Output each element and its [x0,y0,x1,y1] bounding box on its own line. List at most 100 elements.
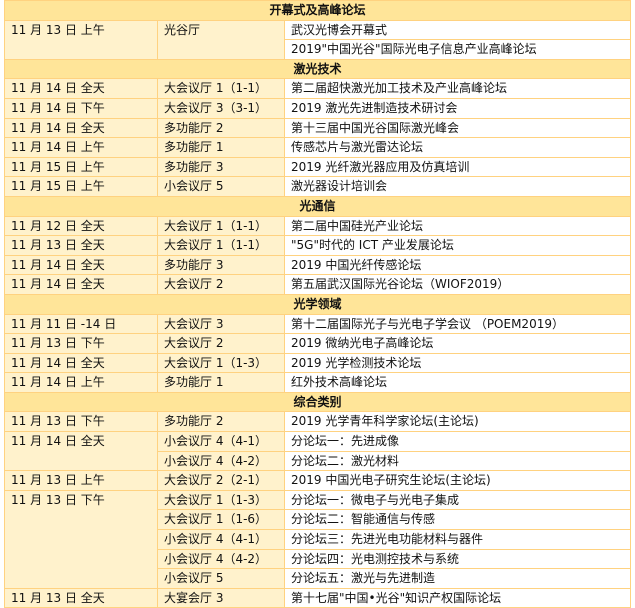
date-cell: 11 月 13 日 上午 [4,470,158,491]
topic-cell: 第五届武汉国际光谷论坛（WIOF2019） [283,274,632,295]
venue-cell: 大会议厅 2 [157,274,285,295]
table-row: 11 月 15 日 上午 小会议厅 5 激光器设计培训会 [4,176,632,197]
venue-cell: 大会议厅 2（2-1） [157,470,285,491]
date-cell: 11 月 15 日 上午 [4,156,158,178]
venue-cell: 大会议厅 3（3-1） [157,97,285,119]
venue-cell: 大会议厅 1（1-1） [157,215,285,237]
date-cell: 11 月 13 日 全天 [4,235,158,256]
topic-cell: 2019 光学青年科学家论坛(主论坛) [283,411,632,433]
topic-cell: 红外技术高峰论坛 [283,372,632,393]
table-row: 11 月 12 日 全天 大会议厅 1（1-1） 第二届中国硅光产业论坛 [4,215,632,237]
venue-cell: 大会议厅 3 [157,313,285,335]
date-cell: 11 月 13 日 下午 [4,489,158,589]
section-header-row: 光通信 [3,195,632,217]
date-cell: 11 月 14 日 全天 [4,352,158,374]
venue-cell: 大会议厅 1（1-3） [157,489,285,511]
date-cell: 11 月 14 日 全天 [4,254,158,276]
section-header-row: 激光技术 [3,58,632,80]
table-row: 11 月 14 日 上午 多功能厅 1 红外技术高峰论坛 [4,372,632,393]
venue-cell: 多功能厅 3 [157,254,285,276]
topic-cell: 传感芯片与激光雷达论坛 [283,137,632,158]
topic-cell: 2019 中国光电子研究生论坛(主论坛) [283,470,632,491]
section-header-row: 开幕式及高峰论坛 [3,0,632,21]
topic-cell: 分论坛二：智能通信与传感 [283,509,632,531]
venue-cell: 小会议厅 4（4-2） [157,548,285,570]
date-cell: 11 月 11 日 -14 日 [4,313,158,335]
section-title: 开幕式及高峰论坛 [3,0,632,21]
schedule-table: 开幕式及高峰论坛 11 月 13 日 上午 光谷厅 武汉光博会开幕式 2019"中国光谷… [3,0,632,608]
venue-cell: 小会议厅 4（4-1） [157,529,285,550]
section-title: 综合类别 [3,391,632,413]
table-row: 11 月 14 日 全天 大会议厅 1（1-3） 2019 光学检测技术论坛 [4,352,632,374]
topic-cell: 2019 激光先进制造技术研讨会 [283,97,632,119]
date-cell: 11 月 12 日 全天 [4,215,158,237]
topic-cell: 分论坛一：微电子与光电子集成 [283,489,632,511]
date-cell: 11 月 13 日 下午 [4,333,158,354]
topic-cell: 武汉光博会开幕式 [283,19,632,41]
table-row: 11 月 14 日 全天 多功能厅 2 第十三届中国光谷国际激光峰会 [4,117,632,139]
venue-cell: 多功能厅 3 [157,156,285,178]
topic-cell: 第十七届"中国•光谷"知识产权国际论坛 [283,587,632,608]
venue-cell: 大宴会厅 3 [157,587,285,608]
date-cell: 11 月 14 日 全天 [4,78,158,99]
venue-cell: 大会议厅 1（1-1） [157,78,285,99]
table-row: 11 月 13 日 上午 大会议厅 2（2-1） 2019 中国光电子研究生论坛(主… [4,470,632,491]
date-cell: 11 月 14 日 上午 [4,137,158,158]
venue-cell: 大会议厅 2 [157,333,285,354]
table-row: 11 月 14 日 全天 多功能厅 3 2019 中国光纤传感论坛 [4,254,632,276]
table-row: 11 月 13 日 上午 光谷厅 武汉光博会开幕式 [4,19,632,60]
date-cell: 11 月 14 日 全天 [4,117,158,139]
venue-cell: 小会议厅 5 [157,176,285,197]
venue-cell: 大会议厅 1（1-3） [157,352,285,374]
topic-cell: "5G"时代的 ICT 产业发展论坛 [283,235,632,256]
venue-cell: 小会议厅 4（4-2） [157,450,285,472]
table-row: 11 月 13 日 下午 大会议厅 2 2019 微纳光电子高峰论坛 [4,333,632,354]
table-row: 11 月 14 日 上午 多功能厅 1 传感芯片与激光雷达论坛 [4,137,632,158]
table-row: 11 月 13 日 全天 大会议厅 1（1-1） "5G"时代的 ICT 产业发展论… [4,235,632,256]
topic-cell: 2019 微纳光电子高峰论坛 [283,333,632,354]
venue-cell: 光谷厅 [157,19,285,60]
topic-cell: 分论坛三：先进光电功能材料与器件 [283,529,632,550]
topic-cell: 分论坛四：光电测控技术与系统 [283,548,632,570]
topic-cell: 分论坛一：先进成像 [283,431,632,452]
table-row: 11 月 14 日 全天 大会议厅 1（1-1） 第二届超快激光加工技术及产业高峰论… [4,78,632,99]
section-title: 光学领域 [3,293,632,315]
topic-cell: 2019 光学检测技术论坛 [283,352,632,374]
table-row: 11 月 15 日 上午 多功能厅 3 2019 光纤激光器应用及仿真培训 [4,156,632,178]
table-row: 11 月 14 日 下午 大会议厅 3（3-1） 2019 激光先进制造技术研讨会 [4,97,632,119]
venue-cell: 大会议厅 1（1-1） [157,235,285,256]
date-cell: 11 月 13 日 上午 [4,19,158,60]
venue-cell: 小会议厅 4（4-1） [157,431,285,452]
venue-cell: 多功能厅 1 [157,372,285,393]
table-row: 11 月 13 日 下午 多功能厅 2 2019 光学青年科学家论坛(主论坛) [4,411,632,433]
table-row: 11 月 13 日 全天 大宴会厅 3 第十七届"中国•光谷"知识产权国际论坛 [4,587,632,608]
table-row: 11 月 14 日 全天 大会议厅 2 第五届武汉国际光谷论坛（WIOF2019） [4,274,632,295]
date-cell: 11 月 14 日 上午 [4,372,158,393]
date-cell: 11 月 15 日 上午 [4,176,158,197]
date-cell: 11 月 14 日 全天 [4,274,158,295]
venue-cell: 大会议厅 1（1-6） [157,509,285,531]
section-header-row: 综合类别 [3,391,632,413]
venue-cell: 多功能厅 2 [157,117,285,139]
venue-cell: 多功能厅 2 [157,411,285,433]
topic-cell: 第十二届国际光子与光电子学会议 （POEM2019） [283,313,632,335]
section-title: 光通信 [3,195,632,217]
topic-cell: 2019 中国光纤传感论坛 [283,254,632,276]
topic-cell: 2019"中国光谷"国际光电子信息产业高峰论坛 [283,39,632,60]
topic-cell: 第二届超快激光加工技术及产业高峰论坛 [283,78,632,99]
topic-cell: 第十三届中国光谷国际激光峰会 [283,117,632,139]
section-title: 激光技术 [3,58,632,80]
topic-cell: 分论坛二：激光材料 [283,450,632,472]
topic-cell: 2019 光纤激光器应用及仿真培训 [283,156,632,178]
table-row: 11 月 13 日 下午 大会议厅 1（1-3） 分论坛一：微电子与光电子集成 [4,489,632,589]
table-row: 11 月 14 日 全天 小会议厅 4（4-1） 分论坛一：先进成像 [4,431,632,472]
venue-cell: 小会议厅 5 [157,568,285,589]
schedule-body: 开幕式及高峰论坛 11 月 13 日 上午 光谷厅 武汉光博会开幕式 2019"中国光谷… [3,0,632,608]
topic-cell: 激光器设计培训会 [283,176,632,197]
date-cell: 11 月 14 日 全天 [4,431,158,472]
table-row: 11 月 11 日 -14 日大会议厅 3 第十二届国际光子与光电子学会议 （PO… [4,313,632,335]
venue-cell: 多功能厅 1 [157,137,285,158]
date-cell: 11 月 14 日 下午 [4,97,158,119]
topic-cell: 分论坛五：激光与先进制造 [283,568,632,589]
date-cell: 11 月 13 日 下午 [4,411,158,433]
